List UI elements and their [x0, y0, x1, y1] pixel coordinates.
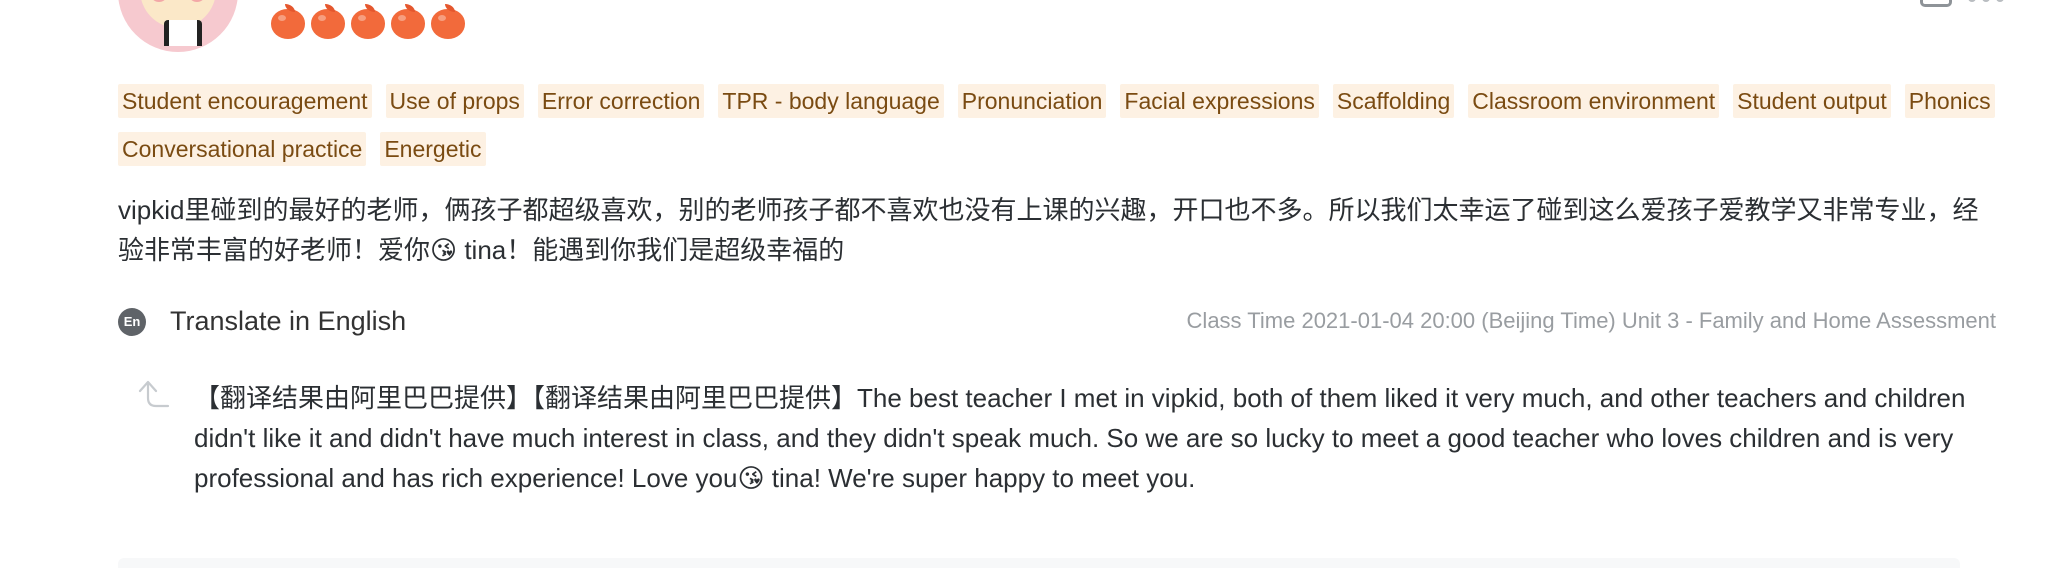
- tag: Pronunciation: [957, 84, 1107, 118]
- apple-rating: [270, 4, 466, 40]
- next-card-edge: [118, 558, 1960, 568]
- translate-toggle[interactable]: En Translate in English: [118, 306, 406, 337]
- tag: Phonics: [1904, 84, 1995, 118]
- more-options-icon[interactable]: [1968, 0, 2004, 2]
- tag: Conversational practice: [118, 132, 367, 166]
- apple-icon: [350, 4, 386, 40]
- apple-icon: [390, 4, 426, 40]
- tag: Scaffolding: [1332, 84, 1455, 118]
- avatar-body: [164, 20, 202, 46]
- tag: TPR - body language: [718, 84, 944, 118]
- apple-icon: [430, 4, 466, 40]
- english-icon: En: [118, 307, 146, 336]
- tag: Use of props: [385, 84, 524, 118]
- tag: Error correction: [537, 84, 705, 118]
- share-icon[interactable]: [1920, 0, 1952, 7]
- tag: Energetic: [380, 132, 486, 166]
- tag: Facial expressions: [1120, 84, 1319, 118]
- avatar: [118, 0, 238, 52]
- feedback-tags: Student encouragement Use of props Error…: [118, 84, 1998, 166]
- tag: Student encouragement: [118, 84, 372, 118]
- tag: Student output: [1733, 84, 1891, 118]
- apple-icon: [270, 4, 306, 40]
- tag: Classroom environment: [1468, 84, 1720, 118]
- translation-text: 【翻译结果由阿里巴巴提供】【翻译结果由阿里巴巴提供】The best teach…: [194, 383, 1966, 493]
- reply-arrow-icon: [138, 380, 170, 408]
- apple-icon: [310, 4, 346, 40]
- review-comment: vipkid里碰到的最好的老师，俩孩子都超级喜欢，别的老师孩子都不喜欢也没有上课…: [118, 195, 1979, 265]
- review-card: Student encouragement Use of props Error…: [0, 0, 2056, 568]
- translate-button[interactable]: Translate in English: [170, 306, 406, 337]
- class-time-info: Class Time 2021-01-04 20:00 (Beijing Tim…: [1186, 308, 1996, 333]
